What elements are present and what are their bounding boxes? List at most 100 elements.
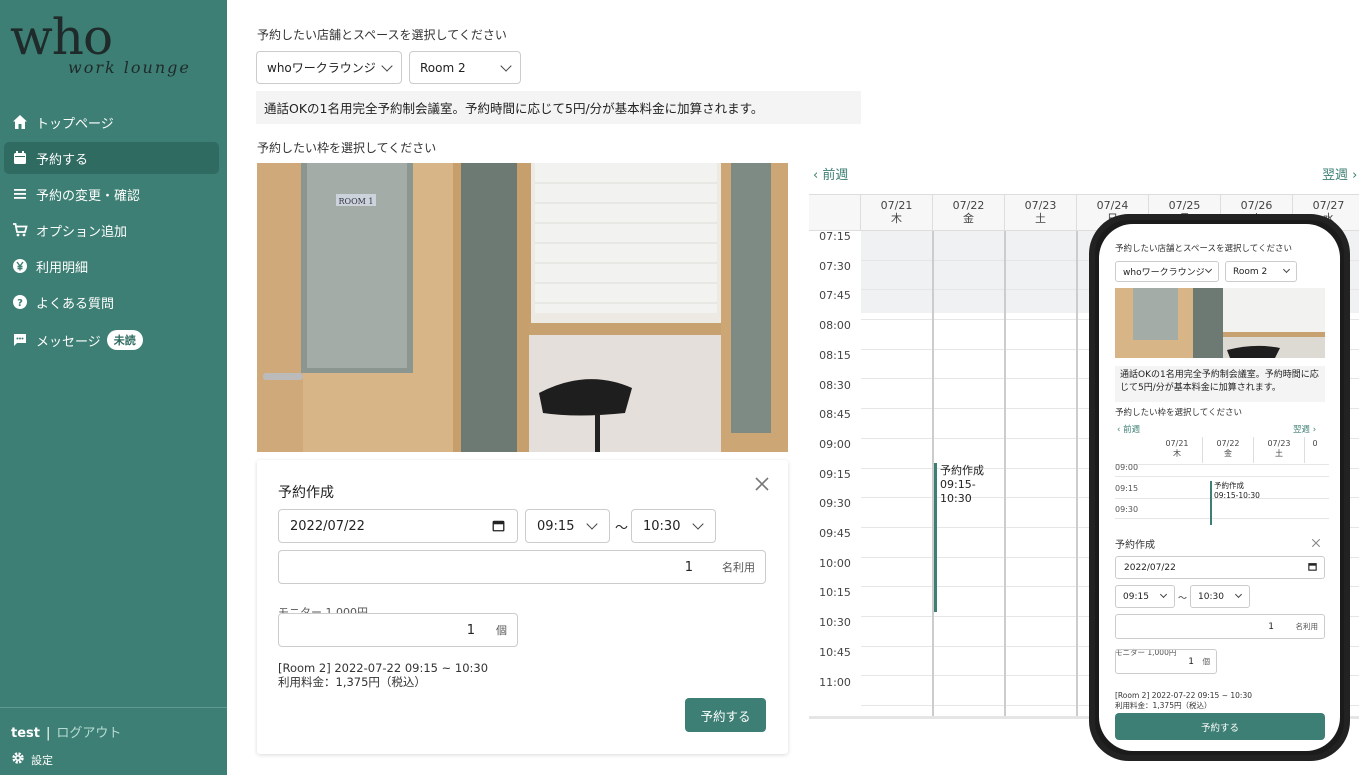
- summary-line-room: [Room 2] 2022-07-22 09:15 ~ 10:30: [278, 661, 489, 675]
- end-time-value: 10:30: [643, 518, 681, 534]
- phone-grid-line: [1115, 464, 1329, 465]
- slot-prompt: 予約したい枠を選択してください: [257, 141, 437, 155]
- option-qty-input[interactable]: 1 個: [278, 613, 518, 647]
- message-icon: [12, 332, 28, 348]
- gear-icon: [11, 751, 25, 768]
- nav-label: オプション追加: [36, 224, 128, 240]
- phone-room-value: Room 2: [1233, 266, 1268, 277]
- question-icon: ?: [12, 294, 28, 310]
- event-time: 09:15-10:30: [940, 478, 976, 505]
- phone-option-suffix: 個: [1202, 657, 1211, 666]
- day-date: 07/25: [1168, 199, 1201, 212]
- phone-option-qty[interactable]: 1個: [1115, 649, 1217, 674]
- phone-prev-week[interactable]: ‹ 前週: [1117, 423, 1140, 435]
- nav-label: よくある質問: [36, 296, 115, 312]
- option-qty-value: 1: [466, 622, 475, 638]
- room-photo: ROOM 1: [257, 163, 788, 452]
- phone-day-header: 07/22 金: [1203, 437, 1254, 463]
- calendar-icon: [1308, 562, 1317, 574]
- phone-room-select[interactable]: Room 2: [1225, 261, 1297, 282]
- store-select-value: whoワークラウンジ: [267, 61, 376, 75]
- phone-event-time: 09:15-10:30: [1214, 491, 1260, 500]
- list-icon: [12, 186, 28, 202]
- phone-time-label: 09:00: [1115, 463, 1139, 472]
- time-label: 07:15: [819, 230, 851, 243]
- form-title: 予約作成: [278, 485, 334, 501]
- phone-day-date: 0: [1312, 439, 1318, 448]
- nav-statement[interactable]: 利用明細: [4, 250, 219, 282]
- calendar-corner: [809, 195, 861, 231]
- phone-time-label: 09:15: [1115, 484, 1139, 493]
- phone-end-select[interactable]: 10:30: [1190, 585, 1250, 608]
- day-date: 07/24: [1096, 199, 1129, 212]
- nav-message[interactable]: メッセージ 未読: [4, 324, 219, 356]
- phone-day-date: 07/21: [1165, 439, 1189, 448]
- nav-reserve[interactable]: 予約する: [4, 142, 219, 174]
- day-header: 07/21 木: [861, 195, 933, 231]
- home-icon: [12, 114, 28, 130]
- chevron-right-icon: ›: [1352, 168, 1358, 183]
- nav-option[interactable]: オプション追加: [4, 214, 219, 246]
- phone-date-input[interactable]: 2022/07/22: [1115, 556, 1325, 579]
- start-time-select[interactable]: 09:15: [525, 509, 610, 543]
- phone-day-header: 07/23 土: [1254, 437, 1305, 463]
- logo-sub: work lounge: [68, 58, 191, 77]
- time-label: 09:45: [819, 527, 851, 540]
- settings-link[interactable]: 設定: [11, 751, 53, 768]
- room-select[interactable]: Room 2: [409, 51, 521, 84]
- logout-link[interactable]: ログアウト: [56, 726, 121, 741]
- phone-reserve-button[interactable]: 予約する: [1115, 713, 1325, 740]
- day-date: 07/22: [952, 199, 985, 212]
- phone-people-input[interactable]: 1 名利用: [1115, 614, 1325, 639]
- nav-top[interactable]: トップページ: [4, 106, 219, 138]
- time-label: 07:45: [819, 289, 851, 303]
- nav-faq[interactable]: ? よくある質問: [4, 286, 219, 318]
- date-input[interactable]: 2022/07/22: [278, 509, 518, 543]
- day-header: 07/23 土: [1005, 195, 1077, 231]
- phone-summary-room: [Room 2] 2022-07-22 09:15 ~ 10:30: [1115, 691, 1252, 700]
- calendar-event[interactable]: 予約作成 09:15-10:30: [934, 463, 1004, 612]
- chevron-down-icon: [1159, 590, 1168, 599]
- close-icon[interactable]: [1311, 533, 1321, 552]
- nav-label: メッセージ: [36, 334, 101, 350]
- time-label: 07:30: [819, 259, 851, 273]
- next-week-button[interactable]: 翌週 ›: [1322, 164, 1357, 183]
- phone-next-week[interactable]: 翌週 ›: [1293, 423, 1316, 435]
- phone-date-value: 2022/07/22: [1124, 562, 1176, 573]
- phone-calendar-event[interactable]: 予約作成 09:15-10:30: [1210, 481, 1260, 525]
- close-icon[interactable]: [754, 476, 770, 492]
- nav-change[interactable]: 予約の変更・確認: [4, 178, 219, 210]
- reservation-summary: [Room 2] 2022-07-22 09:15 ~ 10:30 利用料金：1…: [278, 661, 488, 689]
- user-info: test | ログアウト: [11, 722, 121, 741]
- nav-label: 予約の変更・確認: [36, 188, 141, 204]
- chevron-down-icon: [500, 60, 512, 72]
- room-sign: ROOM 1: [339, 197, 374, 206]
- store-select[interactable]: whoワークラウンジ: [256, 51, 402, 84]
- phone-store-select[interactable]: whoワークラウンジ: [1115, 261, 1219, 282]
- logo[interactable]: who work lounge: [10, 8, 220, 88]
- day-dow: 土: [1035, 212, 1046, 225]
- end-time-select[interactable]: 10:30: [631, 509, 716, 543]
- prev-week-label: 前週: [822, 168, 849, 183]
- date-value: 2022/07/22: [290, 518, 365, 534]
- reserve-button[interactable]: 予約する: [685, 698, 766, 732]
- cart-icon: [12, 222, 28, 238]
- phone-end-value: 10:30: [1198, 591, 1224, 602]
- phone-time-label: 09:30: [1115, 505, 1139, 514]
- day-divider: [1004, 231, 1006, 718]
- time-label: 08:30: [819, 378, 851, 392]
- prev-week-button[interactable]: ‹ 前週: [813, 164, 848, 183]
- user-separator: |: [45, 726, 51, 741]
- phone-day-dow: 金: [1224, 449, 1232, 458]
- phone-day-date: 07/22: [1216, 439, 1240, 448]
- phone-time-separator: 〜: [1178, 594, 1188, 604]
- room-select-value: Room 2: [420, 60, 466, 75]
- people-input[interactable]: 1 名利用: [278, 550, 766, 584]
- svg-text:?: ?: [17, 298, 23, 309]
- phone-summary-price: 利用料金：1,375円（税込）: [1115, 701, 1212, 710]
- phone-room-photo: [1115, 288, 1325, 358]
- phone-start-select[interactable]: 09:15: [1115, 585, 1175, 608]
- calendar-icon: [492, 519, 505, 536]
- people-suffix: 名利用: [722, 561, 755, 574]
- next-week-label: 翌週: [1322, 168, 1349, 183]
